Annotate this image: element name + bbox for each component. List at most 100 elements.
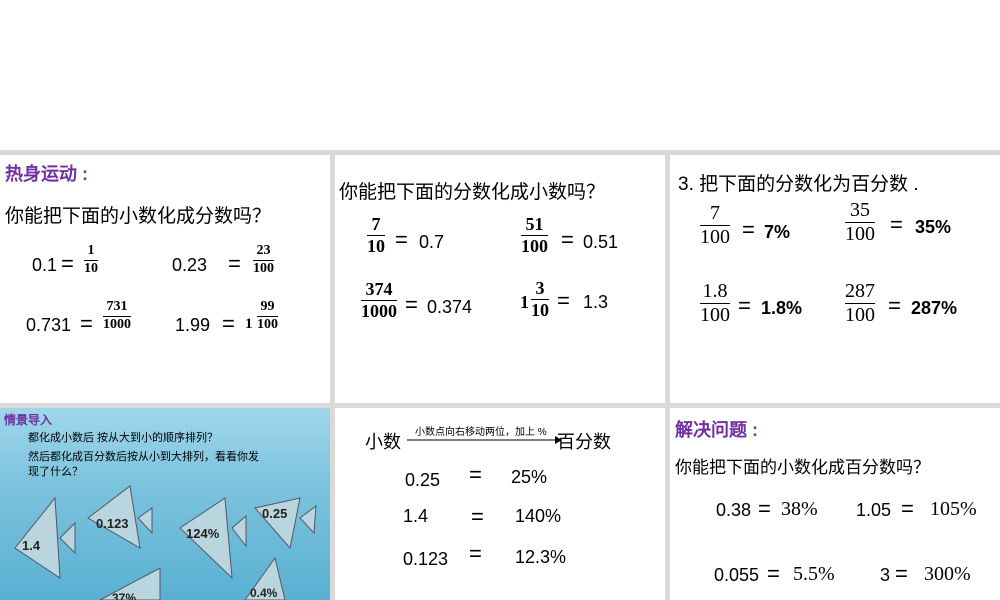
fish-label: 37%	[112, 591, 137, 600]
equals-sign: =	[405, 292, 418, 317]
fraction: 3 10	[531, 279, 549, 320]
panel-title: 解决问题 :	[675, 420, 758, 440]
panel-question: 3. 把下面的分数化为百分数 .	[678, 174, 919, 195]
equals-sign: =	[901, 496, 914, 521]
panel-warmup: 热身运动 : 你能把下面的小数化成分数吗？ 0.1 = 1 10 0.23 = 2…	[0, 155, 330, 403]
fish-illustration	[14, 485, 317, 600]
decimal-value: 0.23	[172, 255, 208, 275]
target-label: 百分数	[557, 432, 611, 452]
equals-sign: =	[767, 561, 780, 586]
panel-fraction-to-decimal: 你能把下面的分数化成小数吗？ 7 10 = 0.7 51 100 = 0.51 37…	[335, 155, 665, 403]
equals-sign: =	[469, 462, 482, 487]
fraction: 1 10	[84, 243, 98, 276]
numerator: 731	[106, 299, 128, 314]
fraction: 99 100	[257, 299, 278, 332]
decimal-value: 0.38	[716, 500, 752, 520]
decimal-value: 0.123	[403, 549, 449, 569]
percent-value: 140%	[515, 506, 562, 526]
panel-title: 热身运动 :	[5, 164, 88, 184]
equals-sign: =	[80, 311, 93, 336]
decimal-value: 0.055	[714, 565, 760, 585]
equals-sign: =	[228, 251, 241, 276]
denominator: 10	[531, 299, 549, 320]
fraction: 1.8 100	[700, 281, 730, 326]
fish-tail	[299, 504, 317, 535]
whole-number: 1	[245, 316, 253, 332]
equals-sign: =	[61, 251, 74, 276]
percent-value: 5.5%	[793, 563, 835, 585]
denominator: 100	[521, 235, 548, 256]
percent-value: 300%	[924, 563, 971, 585]
numerator: 23	[256, 243, 271, 258]
numerator: 1.8	[702, 280, 728, 302]
decimal-value: 0.374	[427, 297, 473, 317]
arrow-icon	[407, 436, 562, 444]
numerator: 99	[260, 299, 275, 314]
fraction: 7 10	[367, 215, 385, 256]
equals-sign: =	[888, 293, 901, 318]
decimal-value: 1.3	[583, 292, 609, 312]
denominator: 100	[257, 316, 278, 332]
numerator: 7	[710, 202, 720, 224]
panel-question: 你能把下面的小数化成百分数吗？	[675, 458, 930, 477]
equals-sign: =	[758, 496, 771, 521]
denominator: 100	[700, 226, 730, 248]
decimal-value: 1.99	[175, 315, 211, 335]
numerator: 1	[87, 243, 95, 258]
fish-label: 1.4	[22, 538, 41, 553]
fraction: 51 100	[521, 215, 548, 256]
panel-decimal-to-percent-rule: 小数 小数点向右移动两位，加上 % 百分数 0.25 = 25% 1.4 = 1…	[335, 408, 665, 600]
fish-label: 124%	[186, 526, 220, 541]
percent-value: 7%	[764, 222, 791, 242]
decimal-value: 0.7	[419, 232, 445, 252]
numerator: 374	[365, 279, 393, 299]
decimal-value: 3	[880, 565, 891, 585]
decimal-value: 0.25	[405, 470, 441, 490]
equals-sign: =	[471, 504, 484, 529]
decimal-value: 0.1	[32, 255, 58, 275]
equals-sign: =	[469, 541, 482, 566]
percent-value: 35%	[915, 217, 952, 237]
decimal-value: 1.4	[403, 506, 429, 526]
denominator: 100	[700, 304, 730, 326]
numerator: 287	[845, 280, 875, 302]
denominator: 10	[84, 260, 98, 276]
fish-tail	[137, 507, 153, 535]
denominator: 10	[367, 235, 385, 256]
equals-sign: =	[742, 217, 755, 242]
denominator: 1000	[361, 300, 397, 321]
decimal-value: 0.731	[26, 315, 72, 335]
decimal-value: 1.05	[856, 500, 892, 520]
denominator: 100	[845, 304, 875, 326]
numerator: 3	[535, 278, 545, 298]
fish-tail	[59, 521, 76, 555]
equals-sign: =	[557, 288, 570, 313]
equals-sign: =	[395, 227, 408, 252]
denominator: 100	[845, 223, 875, 245]
percent-value: 287%	[911, 298, 958, 318]
panel-solve: 解决问题 : 你能把下面的小数化成百分数吗？ 0.38 = 38% 1.05 =…	[670, 408, 1000, 600]
whole-number: 1	[520, 292, 529, 312]
equals-sign: =	[890, 212, 903, 237]
percent-value: 1.8%	[761, 298, 803, 318]
fraction: 23 100	[253, 243, 274, 276]
source-label: 小数	[365, 432, 401, 452]
numerator: 7	[371, 214, 381, 234]
fraction: 731 1000	[103, 299, 131, 332]
panel-question: 你能把下面的分数化成小数吗？	[339, 182, 606, 203]
numerator: 35	[850, 199, 870, 221]
fish-tail	[231, 514, 247, 548]
fish-label: 0.123	[96, 516, 129, 531]
decimal-value: 0.51	[583, 232, 619, 252]
fraction: 35 100	[845, 200, 875, 245]
equals-sign: =	[738, 293, 751, 318]
percent-value: 25%	[511, 467, 548, 487]
equals-sign: =	[561, 227, 574, 252]
fraction: 287 100	[845, 281, 875, 326]
panel-fraction-to-percent: 3. 把下面的分数化为百分数 . 7 100 = 7% 35 100 = 35% 1…	[670, 155, 1000, 403]
equals-sign: =	[222, 311, 235, 336]
fish-label: 0.25	[262, 506, 288, 521]
panel-scenario: 情景导入 都化成小数后 按从大到小的顺序排列？ 然后都化成百分数后按从小到大排列…	[0, 408, 330, 600]
denominator: 100	[253, 260, 274, 276]
percent-value: 38%	[781, 498, 818, 520]
